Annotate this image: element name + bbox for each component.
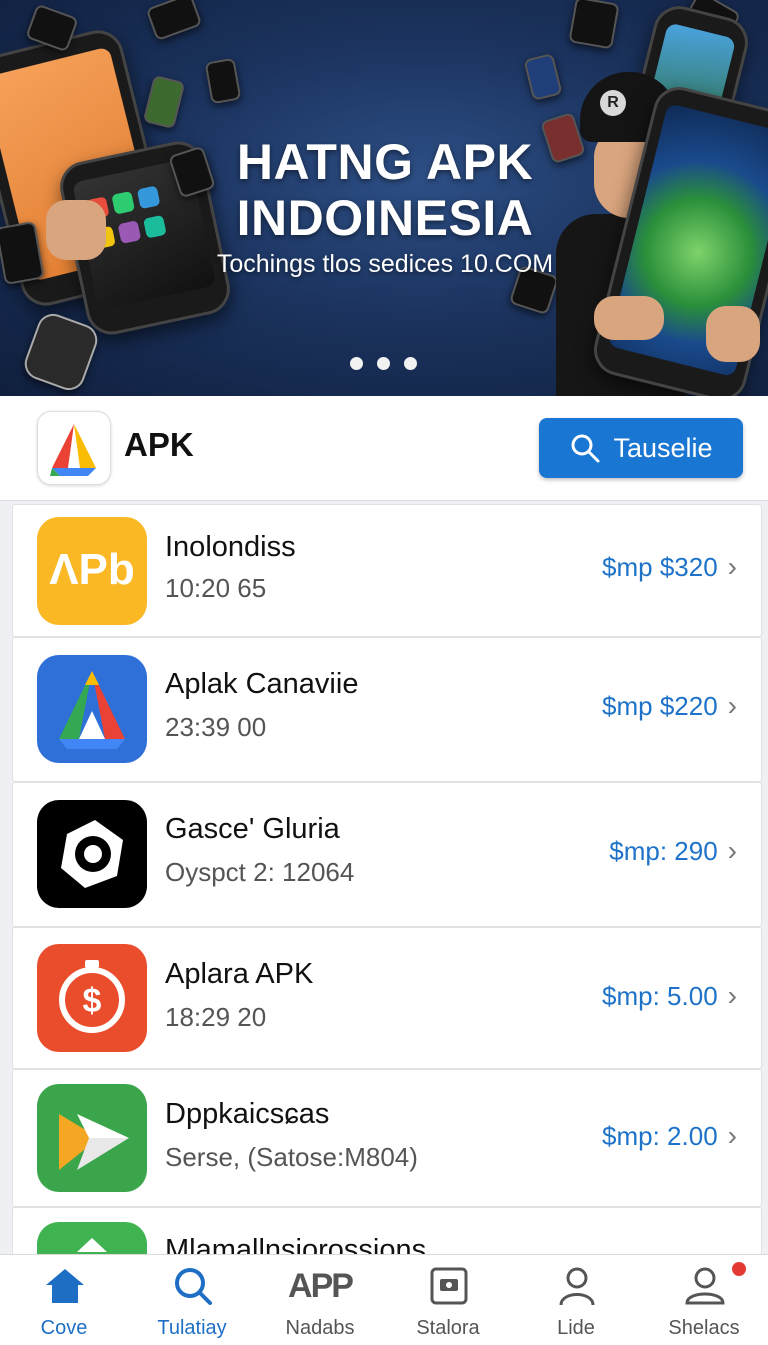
banner-mini-device (568, 0, 620, 50)
carousel-dot[interactable] (404, 357, 417, 370)
nav-label: Nadabs (285, 1317, 355, 1339)
app-camera-icon (37, 800, 147, 908)
nav-label: Lide (557, 1317, 595, 1339)
app-ab-icon: ΛPb (37, 517, 147, 625)
app-subtitle: Serse, (Satose:M804) (165, 1142, 418, 1172)
app-subtitle: 10:20 65 (165, 573, 267, 603)
nav-item-storage[interactable]: Stalora (384, 1255, 512, 1345)
app-subtitle: 23:39 00 (165, 712, 267, 742)
app-ab-icon-text: ΛPb (49, 545, 135, 594)
banner-mini-device (145, 0, 203, 42)
cap-logo: R (600, 90, 626, 116)
banner-hand-left (46, 200, 106, 260)
search-icon (175, 1268, 212, 1305)
nav-item-profile[interactable]: Shelacs (640, 1255, 768, 1345)
app-price[interactable]: $mp: 290 › (609, 835, 737, 867)
banner-mini-device (204, 57, 242, 105)
app-name: Gasce' Gluria (165, 813, 340, 845)
notification-badge (732, 1262, 746, 1276)
list-item[interactable]: Dppkaicsɕas Serse, (Satose:M804) $mp: 2.… (12, 1069, 762, 1207)
app-header: APK Tauselie (0, 396, 768, 501)
person-icon (559, 1267, 595, 1306)
list-item[interactable]: ΛPb Inolondiss 10:20 65 $mp $320 › (12, 504, 762, 637)
apk-logo (37, 411, 111, 485)
app-price-label: $mp: 2.00 (602, 1120, 718, 1151)
carousel-dot[interactable] (350, 357, 363, 370)
app-text-icon: APP (288, 1267, 354, 1305)
nav-label: Stalora (416, 1317, 480, 1339)
app-price[interactable]: $mp $220 › (602, 690, 737, 722)
svg-text:$: $ (83, 982, 102, 1020)
apk-logo-icon (50, 424, 96, 476)
brand-title: APK (124, 426, 194, 463)
banner-subtitle: Tochings tlos sedices 10.COM (216, 250, 554, 278)
chevron-right-icon: › (727, 551, 737, 582)
nav-item-home[interactable]: Cove (0, 1255, 128, 1345)
list-item[interactable]: $ Aplara APK 18:29 20 $mp: 5.00 › (12, 927, 762, 1069)
list-item[interactable]: Gasce' Gluria Oyspct 2: 12064 $mp: 290 › (12, 782, 762, 927)
list-item[interactable]: Aplak Canaviie 23:39 00 $mp $220 › (12, 637, 762, 782)
app-price-label: $mp: 290 (609, 835, 718, 866)
banner-title-line1: HATNG APK (236, 134, 534, 190)
nav-label: Shelacs (668, 1317, 740, 1339)
chevron-right-icon: › (727, 980, 737, 1011)
search-button-label: Tauselie (613, 432, 713, 463)
app-subtitle: Oyspct 2: 12064 (165, 857, 355, 887)
storage-icon (430, 1267, 468, 1305)
app-price-label: $mp $320 (602, 551, 718, 582)
app-triangle-icon (37, 655, 147, 763)
banner-hand-right (706, 306, 760, 362)
chevron-right-icon: › (727, 835, 737, 866)
app-price[interactable]: $mp: 2.00 › (602, 1120, 737, 1152)
home-icon (46, 1269, 84, 1303)
banner-title-line2: INDOINESIA (236, 190, 534, 246)
banner-hand-right (594, 296, 664, 340)
app-play-arrow-icon (37, 1084, 147, 1192)
search-button[interactable]: Tauselie (539, 418, 743, 478)
app-price[interactable]: $mp: 5.00 › (602, 980, 737, 1012)
nav-label: Tulatiay (157, 1317, 227, 1339)
app-name: Aplara APK (165, 958, 314, 990)
nav-label: Cove (40, 1317, 88, 1339)
chevron-right-icon: › (727, 1120, 737, 1151)
carousel-dot[interactable] (377, 357, 390, 370)
banner-mini-device (142, 74, 186, 130)
app-name: Aplak Canaviie (165, 668, 359, 700)
app-name: Inolondiss (165, 531, 296, 563)
app-name: Dppkaicsɕas (165, 1098, 330, 1130)
app-price[interactable]: $mp $320 › (602, 551, 737, 583)
nav-item-apps[interactable]: APP Nadabs (256, 1255, 384, 1345)
promo-banner[interactable]: R HATNG APK INDOINESIA Tochings tlos sed… (0, 0, 768, 396)
app-subtitle: 18:29 20 (165, 1002, 267, 1032)
app-price-label: $mp $220 (602, 690, 718, 721)
chevron-right-icon: › (727, 690, 737, 721)
banner-mini-device (523, 52, 563, 102)
nav-item-person[interactable]: Lide (512, 1255, 640, 1345)
profile-notification-icon (685, 1267, 725, 1305)
carousel-indicator[interactable] (350, 357, 417, 370)
bottom-navigation: Cove Tulatiay APP Nadabs Stalora Lide Sh… (0, 1254, 768, 1345)
search-icon (571, 434, 600, 463)
nav-item-search[interactable]: Tulatiay (128, 1255, 256, 1345)
app-dollar-timer-icon: $ (37, 944, 147, 1052)
app-price-label: $mp: 5.00 (602, 980, 718, 1011)
